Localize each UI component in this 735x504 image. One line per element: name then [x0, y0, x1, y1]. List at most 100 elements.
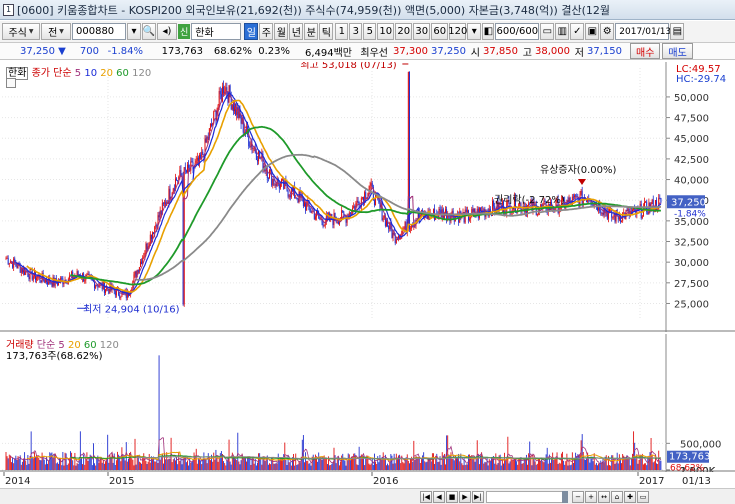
home-icon[interactable]: ⌂	[611, 491, 623, 503]
interval-tab-20[interactable]: 20	[395, 23, 413, 40]
candle-body	[601, 212, 603, 214]
legend-ma120: 120	[132, 68, 152, 79]
candle-body	[176, 178, 178, 181]
scroll-last-icon[interactable]: ▶|	[472, 491, 484, 503]
period-tab-0[interactable]: 일	[244, 23, 259, 40]
scroll-thumb[interactable]	[562, 491, 568, 503]
crosshair-icon[interactable]: ▭	[637, 491, 649, 503]
zoom-in-icon[interactable]: +	[585, 491, 597, 503]
zoom-out-icon[interactable]: −	[572, 491, 584, 503]
window-title: [0600] 키움종합차트 - KOSPI200 외국인보유(21,692(천)…	[17, 3, 610, 17]
period-tab-5[interactable]: 틱	[319, 23, 334, 40]
candle-body	[215, 110, 217, 121]
candle-body	[196, 157, 198, 161]
candle-body	[336, 221, 338, 223]
candle-icon[interactable]: ▥	[555, 23, 570, 40]
settings-icon[interactable]: ⚙	[600, 23, 615, 40]
interval-tab-120[interactable]: 120	[448, 23, 467, 40]
period-tabs: 일주월년분틱	[244, 23, 334, 40]
scroll-stop-icon[interactable]: ■	[446, 491, 458, 503]
candle-body	[184, 167, 186, 171]
sell-button[interactable]: 매도	[662, 43, 693, 59]
price-change-pct: -1.84%	[107, 45, 143, 57]
interval-tab-3[interactable]: 3	[349, 23, 363, 40]
candle-body	[593, 204, 595, 206]
legend-box-icon[interactable]	[6, 78, 16, 91]
interval-tab-30[interactable]: 30	[413, 23, 431, 40]
price-chart[interactable]: 50,00047,50045,00042,50040,00037,50035,0…	[0, 62, 735, 332]
cursor-icon[interactable]: ✚	[624, 491, 636, 503]
capital-annotation: 유상증자(0.00%)	[540, 164, 616, 176]
code-search-icon[interactable]: ▾	[127, 23, 141, 40]
scroll-next-icon[interactable]: ▶	[459, 491, 471, 503]
search-icon[interactable]: 🔍	[142, 23, 156, 40]
interval-tab-1[interactable]: 1	[335, 23, 349, 40]
candle-body	[87, 273, 89, 275]
period-tab-1[interactable]: 주	[259, 23, 274, 40]
scroll-first-icon[interactable]: |◀	[420, 491, 432, 503]
buy-button[interactable]: 매수	[630, 43, 661, 59]
calendar-icon[interactable]: ▤	[670, 23, 685, 40]
open-label: 시	[470, 47, 480, 59]
candle-body	[218, 91, 220, 106]
candle-body	[86, 274, 88, 276]
volume-last-value: 173,763주(68.62%)	[6, 351, 103, 362]
candle-body	[162, 202, 164, 204]
chart-type-icon[interactable]: ▭	[540, 23, 555, 40]
candle-body	[462, 212, 464, 213]
volume-bg	[0, 334, 735, 472]
candle-body	[129, 294, 131, 296]
price-change: 700	[79, 45, 99, 57]
candle-body	[388, 225, 390, 230]
sound-icon[interactable]: ◂)	[157, 23, 177, 40]
candle-body	[574, 195, 576, 198]
interval-tab-60[interactable]: 60	[431, 23, 449, 40]
candle-body	[66, 283, 68, 285]
code-input[interactable]: 000880	[72, 23, 126, 40]
candle-body	[287, 190, 289, 197]
candle-body	[323, 225, 325, 227]
scroll-track[interactable]	[486, 491, 566, 503]
period-tab-4[interactable]: 분	[304, 23, 319, 40]
interval-tab-5[interactable]: 5	[363, 23, 377, 40]
count-input[interactable]: 600/600	[495, 23, 540, 40]
candle-body	[371, 183, 373, 187]
save-icon[interactable]: ▣	[585, 23, 600, 40]
fit-icon[interactable]: ↔	[598, 491, 610, 503]
candle-body	[179, 170, 181, 177]
check-icon[interactable]: ✓	[570, 23, 585, 40]
candle-body	[396, 238, 398, 240]
candle-body	[223, 86, 225, 94]
date-input[interactable]: 2017/01/13	[615, 23, 671, 40]
market-select[interactable]: 주식	[2, 23, 40, 40]
candle-body	[103, 281, 105, 293]
step-icon[interactable]: ◧	[482, 23, 495, 40]
candle-body	[641, 216, 643, 219]
dropdown-icon[interactable]: ▾	[467, 23, 482, 40]
candle-body	[209, 123, 211, 129]
candle-body	[309, 206, 311, 212]
scroll-prev-icon[interactable]: ◀	[433, 491, 445, 503]
candle-body	[572, 196, 574, 198]
candle-body	[408, 71, 410, 230]
price-tick-label: 27,500	[674, 279, 709, 290]
chart-scrollbar[interactable]: |◀ ◀ ■ ▶ ▶| − + ↔ ⌂ ✚ ▭	[0, 488, 735, 504]
candle-body	[345, 216, 347, 223]
candle-body	[205, 138, 207, 143]
open-price: 37,850	[483, 45, 518, 57]
rights-annotation: 권리락(-2.72%)	[494, 194, 565, 206]
price-tick-label: 25,000	[674, 299, 709, 310]
interval-tab-10[interactable]: 10	[377, 23, 395, 40]
period-tab-2[interactable]: 월	[274, 23, 289, 40]
candle-body	[322, 222, 324, 227]
candle-body	[40, 280, 42, 283]
x-axis: 2014 2015 2016 2017 01/13	[0, 472, 735, 486]
candle-body	[623, 212, 625, 214]
mode-select[interactable]: 전	[41, 23, 71, 40]
candle-body	[272, 178, 274, 186]
volume-chart[interactable]: 2,000K1,500K1,000K500,000173,76368.62%	[0, 334, 735, 472]
candle-body	[214, 110, 216, 112]
candle-body	[621, 220, 623, 222]
candle-body	[20, 268, 22, 273]
period-tab-3[interactable]: 년	[289, 23, 304, 40]
